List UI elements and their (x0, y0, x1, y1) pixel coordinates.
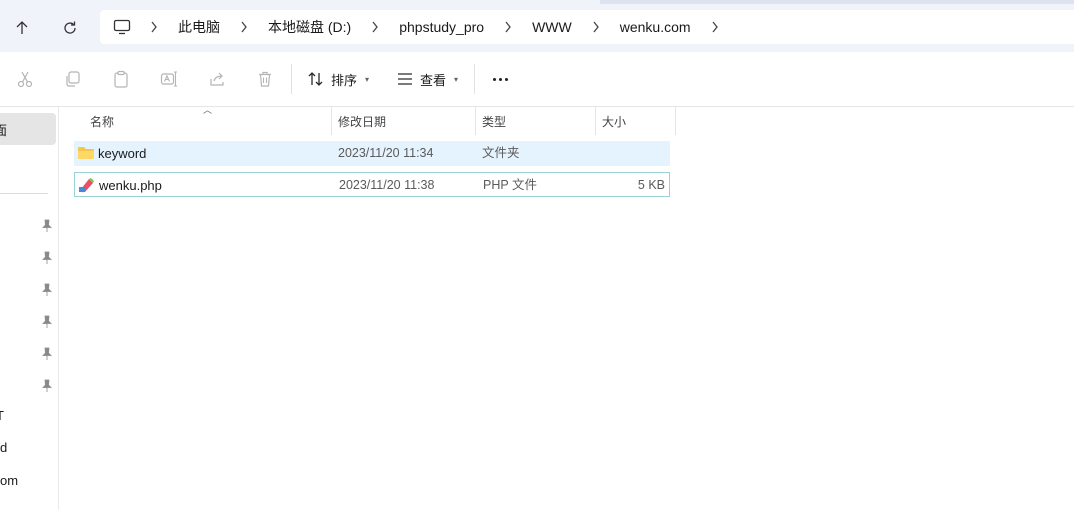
chevron-right-icon[interactable] (701, 10, 729, 44)
file-name: wenku.php (99, 178, 162, 193)
more-dot-icon (498, 77, 502, 81)
arrow-up-icon (16, 21, 28, 34)
column-header-size[interactable]: 大小 (596, 107, 675, 135)
trash-icon (259, 71, 271, 87)
paste-button[interactable] (110, 68, 132, 90)
sort-label: 排序 (331, 72, 358, 88)
column-header-type[interactable]: 类型 (476, 107, 595, 135)
chevron-right-icon[interactable] (361, 10, 389, 44)
view-menu-button[interactable]: 查看 ▾ (396, 65, 458, 93)
copy-button[interactable] (62, 68, 84, 90)
view-label: 查看 (420, 72, 447, 88)
address-bar-strip: 此电脑 本地磁盘 (D:) phpstudy_pro WWW wenku.com (0, 0, 1074, 52)
pin-icon[interactable] (41, 251, 53, 265)
breadcrumb-item-wenku[interactable]: wenku.com (610, 10, 701, 44)
file-list: ︿ 名称 修改日期 类型 大小 keyword 2023/11/20 11:34… (59, 105, 1074, 510)
monitor-icon (113, 19, 131, 35)
folder-icon (78, 147, 94, 159)
pin-icon[interactable] (41, 347, 53, 361)
nav-item-fragment[interactable]: T (0, 408, 4, 423)
file-type: 文件夹 (482, 146, 520, 160)
pin-icon[interactable] (41, 283, 53, 297)
php-file-icon (79, 178, 94, 193)
chevron-right-icon[interactable] (582, 10, 610, 44)
nav-divider (0, 193, 48, 194)
nav-item-fragment[interactable]: d (0, 440, 7, 455)
share-button[interactable] (206, 68, 228, 90)
more-options-button[interactable] (486, 65, 514, 93)
pin-icon[interactable] (41, 379, 53, 393)
clipboard-icon (114, 70, 128, 88)
file-row-keyword[interactable]: keyword 2023/11/20 11:34 文件夹 (74, 141, 670, 166)
sort-icon (308, 72, 323, 86)
rename-icon (160, 71, 177, 87)
this-pc-button[interactable] (104, 10, 140, 44)
breadcrumb-item-drive-d[interactable]: 本地磁盘 (D:) (258, 10, 361, 44)
column-divider[interactable] (675, 107, 676, 135)
scissors-icon (17, 71, 33, 88)
nav-item-selected[interactable]: 面 (0, 113, 56, 145)
view-list-icon (398, 73, 412, 85)
nav-item-label: 面 (0, 123, 8, 138)
rename-button[interactable] (158, 68, 180, 90)
chevron-down-icon: ▾ (365, 74, 370, 84)
navigation-pane: 面 T d om (0, 107, 59, 510)
pin-icon[interactable] (41, 315, 53, 329)
more-dot-icon (492, 77, 496, 81)
chevron-down-icon: ▾ (454, 74, 459, 84)
chevron-right-icon[interactable] (494, 10, 522, 44)
up-button[interactable] (6, 12, 38, 44)
refresh-button[interactable] (54, 12, 86, 44)
pin-icon[interactable] (41, 219, 53, 233)
file-date: 2023/11/20 11:34 (338, 146, 434, 160)
column-header-name[interactable]: 名称 (74, 107, 330, 135)
file-name: keyword (98, 146, 147, 161)
delete-button[interactable] (254, 68, 276, 90)
more-dot-icon (504, 77, 508, 81)
breadcrumb-item-this-pc[interactable]: 此电脑 (168, 10, 230, 44)
cut-button[interactable] (14, 68, 36, 90)
file-row-wenku-php[interactable]: wenku.php 2023/11/20 11:38 PHP 文件 5 KB (74, 172, 670, 197)
share-icon (210, 72, 224, 86)
breadcrumb-item-phpstudy[interactable]: phpstudy_pro (389, 10, 494, 44)
chevron-right-icon[interactable] (140, 10, 168, 44)
command-bar: 排序 ▾ 查看 ▾ (0, 52, 1074, 107)
title-bar-edge (600, 0, 1074, 4)
chevron-right-icon[interactable] (230, 10, 258, 44)
column-header-date[interactable]: 修改日期 (332, 107, 475, 135)
breadcrumb-item-www[interactable]: WWW (522, 10, 582, 44)
breadcrumb[interactable]: 此电脑 本地磁盘 (D:) phpstudy_pro WWW wenku.com (100, 10, 1074, 44)
nav-item-fragment[interactable]: om (0, 473, 18, 488)
sort-menu-button[interactable]: 排序 ▾ (307, 65, 369, 93)
file-type: PHP 文件 (483, 178, 537, 192)
refresh-icon (64, 21, 76, 34)
toolbar-divider (291, 64, 292, 94)
toolbar-divider (474, 64, 475, 94)
file-date: 2023/11/20 11:38 (339, 178, 435, 192)
file-size: 5 KB (637, 178, 665, 192)
file-explorer-window: 此电脑 本地磁盘 (D:) phpstudy_pro WWW wenku.com (0, 0, 1074, 510)
copy-icon (66, 71, 80, 87)
